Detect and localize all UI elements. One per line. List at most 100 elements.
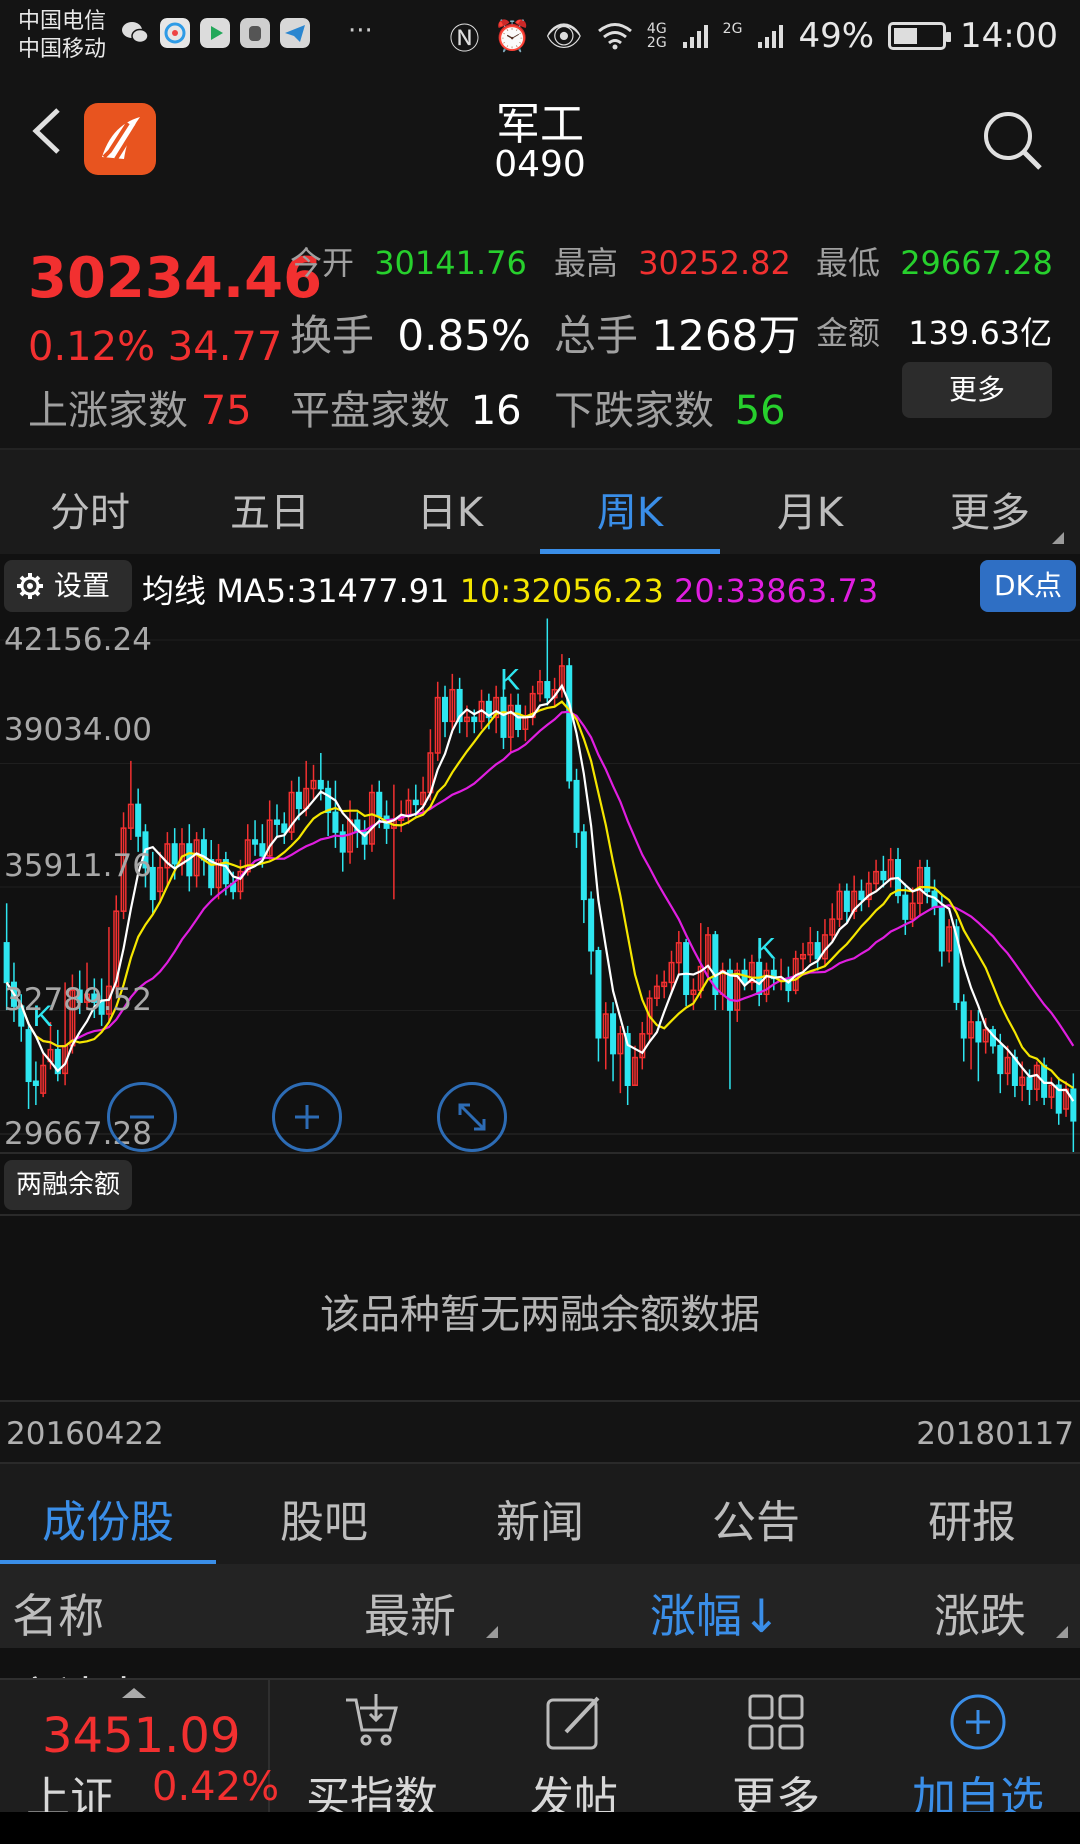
list-item[interactable]: 宇达电子 — [0, 1648, 1080, 1678]
wechat-icon — [122, 22, 149, 44]
candle-down — [295, 791, 302, 810]
sort-corner-icon — [486, 1626, 498, 1638]
amount-label: 金额 — [816, 314, 881, 352]
candle-down — [3, 942, 10, 984]
tab-intraday[interactable]: 分时 — [0, 480, 180, 538]
tab-daily-k[interactable]: 日K — [360, 480, 540, 538]
plus-circle-icon — [950, 1694, 1006, 1750]
tab-news[interactable]: 新闻 — [432, 1486, 648, 1550]
tab-research[interactable]: 研报 — [864, 1486, 1080, 1550]
battery-icon — [888, 22, 952, 50]
candle-down — [442, 696, 449, 723]
post-button[interactable]: 发帖 — [474, 1680, 674, 1824]
quote-more-button[interactable]: 更多 — [902, 362, 1052, 418]
y-label-3: 35911.76 — [4, 848, 152, 884]
turnover-cell: 换手 0.85% — [290, 302, 531, 363]
candle-down — [332, 811, 339, 833]
alarm-icon: ⏰ — [493, 18, 531, 54]
tab-more-periods[interactable]: 更多 — [900, 480, 1080, 538]
page-title: 军工 — [496, 99, 584, 150]
candle-down — [317, 779, 324, 790]
expand-icon[interactable] — [437, 1082, 507, 1152]
video-app-icon — [200, 18, 230, 48]
kline-chart[interactable]: KKK 42156.24 39034.00 35911.76 32789.52 … — [0, 616, 1080, 1152]
candle-down — [471, 716, 478, 723]
sort-corner-icon-2 — [1056, 1626, 1068, 1638]
list-header: 名称 最新 涨幅↓ 涨跌 — [0, 1564, 1080, 1648]
tab-weekly-k[interactable]: 周K — [540, 480, 720, 538]
notification-icons — [120, 18, 310, 48]
high-cell: 最高 30252.82 — [554, 238, 791, 284]
falling-cell: 下跌家数 56 — [554, 378, 786, 436]
add-watchlist-button[interactable]: 加自选 — [878, 1680, 1078, 1824]
tab-constituents[interactable]: 成份股 — [0, 1486, 216, 1550]
change-pct: 0.12% — [28, 324, 156, 370]
signal-icon-2 — [758, 25, 784, 48]
k-signal-marker: K — [756, 933, 776, 966]
high-label: 最高 — [554, 244, 619, 282]
settings-button[interactable]: 设置 — [4, 560, 132, 612]
candle-down — [814, 942, 821, 960]
quote-panel: 30234.46 0.12% 34.77 上涨家数 75 今开 30141.76… — [0, 186, 1080, 450]
candle-down — [683, 942, 690, 996]
search-icon[interactable] — [980, 108, 1044, 172]
col-change-pct[interactable]: 涨幅↓ — [650, 1580, 781, 1646]
col-latest[interactable]: 最新 — [364, 1580, 456, 1646]
col-name[interactable]: 名称 — [12, 1580, 104, 1646]
current-price: 30234.46 — [28, 246, 323, 311]
active-tab-indicator — [540, 549, 720, 554]
index-pct: 0.42% — [152, 1764, 280, 1810]
turnover-label: 换手 — [290, 311, 375, 360]
ma-label: 均线 — [142, 572, 207, 610]
candle-down — [566, 665, 573, 782]
telegram-icon — [280, 18, 310, 48]
expand-up-icon[interactable] — [122, 1688, 146, 1698]
candle-down — [610, 1013, 617, 1055]
candle-down — [573, 779, 580, 833]
candle-down — [588, 898, 595, 952]
rising-label: 上涨家数 — [28, 388, 188, 434]
system-status: Ⓝ ⏰ 👁 4G 2G 2G 49% 14:00 — [449, 14, 1058, 58]
candle-down — [1026, 1076, 1033, 1090]
rising-count: 上涨家数 75 — [28, 378, 252, 436]
low-label: 最低 — [816, 244, 881, 282]
amount-value: 139.63亿 — [908, 314, 1053, 352]
network-type-2: 2G — [722, 21, 743, 37]
amount-cell: 金额 139.63亿 — [816, 308, 1052, 354]
y-label-max: 42156.24 — [4, 622, 152, 658]
buy-index-button[interactable]: 买指数 — [272, 1680, 472, 1824]
gear-icon — [17, 573, 43, 599]
date-start: 20160422 — [6, 1416, 164, 1452]
tab-forum[interactable]: 股吧 — [216, 1486, 432, 1550]
candle-down — [135, 803, 142, 837]
content-tabs: 成份股 股吧 新闻 公告 研报 — [0, 1462, 1080, 1566]
turnover-value: 0.85% — [397, 311, 531, 360]
tab-five-day[interactable]: 五日 — [180, 480, 360, 538]
network-type: 4G 2G — [646, 21, 667, 51]
zoom-out-icon[interactable] — [107, 1082, 177, 1152]
index-code: 0490 — [494, 144, 586, 185]
open-label: 今开 — [290, 244, 355, 282]
tab-announcements[interactable]: 公告 — [648, 1486, 864, 1550]
candle-down — [500, 696, 507, 738]
candle-down — [25, 1029, 32, 1083]
margin-balance-tag[interactable]: 两融余额 — [4, 1160, 132, 1210]
period-tabs: 分时 五日 日K 周K 月K 更多 — [0, 450, 1080, 554]
carrier-info: 中国电信 中国移动 — [18, 8, 106, 64]
candle-down — [960, 1001, 967, 1039]
kline-svg[interactable]: KKK — [0, 616, 1080, 1152]
tab-monthly-k[interactable]: 月K — [720, 480, 900, 538]
col-change[interactable]: 涨跌 — [934, 1580, 1026, 1646]
zoom-in-icon[interactable] — [272, 1082, 342, 1152]
index-ticker[interactable]: 3451.09 上证 0.42% — [0, 1680, 279, 1824]
high-value: 30252.82 — [638, 244, 791, 282]
ma20-value: 20:33863.73 — [674, 572, 879, 610]
carrier-1: 中国电信 — [18, 9, 107, 34]
y-label-4: 32789.52 — [4, 982, 152, 1018]
more-button[interactable]: 更多 — [676, 1680, 876, 1824]
dk-point-button[interactable]: DK点 — [980, 560, 1076, 612]
battery-percent: 49% — [798, 16, 875, 56]
carrier-2: 中国移动 — [18, 37, 107, 62]
margin-balance-section: 两融余额 该品种暂无两融余额数据 — [0, 1152, 1080, 1400]
candle-down — [376, 791, 383, 818]
